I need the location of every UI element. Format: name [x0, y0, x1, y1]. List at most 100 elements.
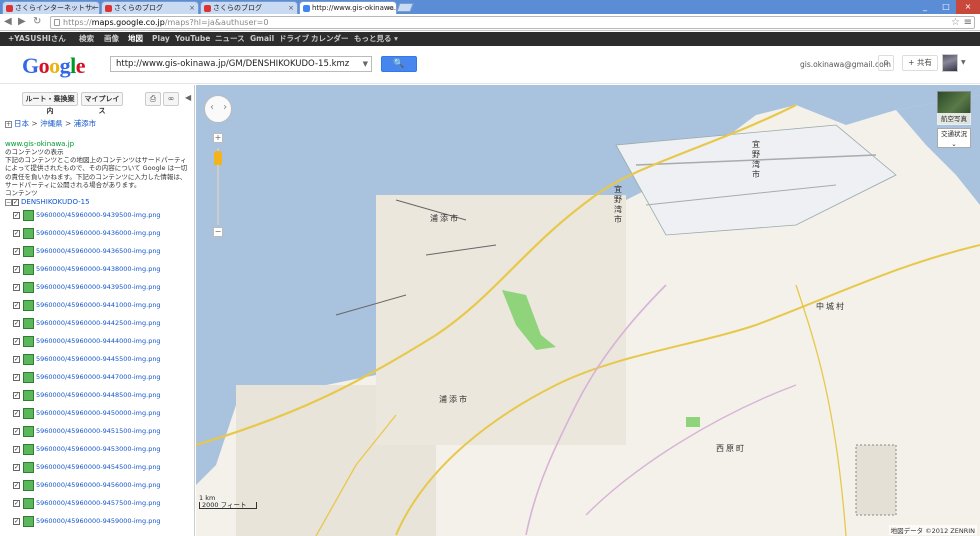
gbar-item-calendar[interactable]: カレンダー	[311, 32, 349, 46]
share-button[interactable]: + 共有	[902, 55, 938, 71]
browser-tab[interactable]: さくらのブログ ×	[101, 1, 199, 14]
layer-item[interactable]: ✓ 5960000/45960000-9457500-img.png	[13, 496, 161, 512]
new-tab-button[interactable]	[396, 3, 414, 12]
link-icon[interactable]: ∞	[163, 92, 179, 106]
checkbox[interactable]: ✓	[13, 409, 20, 417]
layer-item[interactable]: ✓ 5960000/45960000-9438000-img.png	[13, 262, 161, 278]
layer-item[interactable]: ✓ 5960000/45960000-9439500-img.png	[13, 280, 161, 296]
pan-control[interactable]	[204, 95, 232, 123]
gbar-item-search[interactable]: 検索	[79, 32, 94, 46]
left-panel: ルート・乗換案内 マイプレイス ⎙ ∞ ◀ + 日本 > 沖縄県 > 浦添市 ww…	[0, 85, 195, 536]
checkbox[interactable]: ✓	[13, 445, 20, 453]
checkbox[interactable]: ✓	[13, 247, 20, 255]
my-places-button[interactable]: マイプレイス	[81, 92, 123, 115]
checkbox[interactable]: ✓	[13, 301, 20, 309]
breadcrumb-link[interactable]: 日本	[14, 119, 29, 128]
layer-item[interactable]: ✓ 5960000/45960000-9454500-img.png	[13, 460, 161, 476]
maximize-button[interactable]: □	[936, 0, 956, 14]
layer-item[interactable]: ✓ 5960000/45960000-9450000-img.png	[13, 406, 161, 422]
gbar-item-news[interactable]: ニュース	[215, 32, 245, 46]
map-label: 浦添市	[430, 214, 460, 223]
close-tab-icon[interactable]: ×	[90, 2, 96, 14]
reload-icon[interactable]: ↻	[33, 16, 41, 28]
layer-item[interactable]: ✓ 5960000/45960000-9456000-img.png	[13, 478, 161, 494]
layer-item[interactable]: ✓ 5960000/45960000-9448500-img.png	[13, 388, 161, 404]
checkbox[interactable]: ✓	[13, 463, 20, 471]
gbar-item-profile[interactable]: +YASUSHIさん	[8, 32, 66, 46]
street-view-pegman-icon[interactable]	[214, 151, 222, 165]
close-window-button[interactable]: ×	[956, 0, 980, 14]
zoom-in-button[interactable]: +	[213, 133, 223, 143]
gbar-item-play[interactable]: Play	[152, 32, 170, 46]
layer-item[interactable]: ✓ 5960000/45960000-9442500-img.png	[13, 316, 161, 332]
checkbox[interactable]: ✓	[13, 283, 20, 291]
notification-count[interactable]: 0	[878, 55, 894, 71]
checkbox[interactable]: ✓	[13, 211, 20, 219]
breadcrumb-link[interactable]: 沖縄県	[40, 119, 63, 128]
satellite-button[interactable]: 航空写真	[937, 113, 971, 125]
checkbox[interactable]: ✓	[13, 517, 20, 525]
checkbox[interactable]: ✓	[13, 427, 20, 435]
source-site-link[interactable]: www.gis-okinawa.jp	[5, 140, 74, 148]
layer-item[interactable]: ✓ 5960000/45960000-9436500-img.png	[13, 244, 161, 260]
expand-icon[interactable]: +	[5, 120, 12, 128]
gbar-item-images[interactable]: 画像	[104, 32, 119, 46]
browser-tab[interactable]: さくらのブログ ×	[200, 1, 298, 14]
collapse-icon[interactable]: −	[5, 199, 12, 206]
map-label: 中城村	[816, 302, 846, 311]
map-tiles[interactable]	[196, 85, 980, 536]
chevron-down-icon[interactable]: ▼	[961, 59, 966, 66]
layer-item[interactable]: ✓ 5960000/45960000-9453000-img.png	[13, 442, 161, 458]
traffic-button[interactable]: 交通状況 ⌄	[937, 128, 971, 148]
checkbox[interactable]: ✓	[13, 229, 20, 237]
close-tab-icon[interactable]: ×	[189, 2, 195, 14]
checkbox[interactable]: ✓	[13, 391, 20, 399]
zoom-out-button[interactable]: −	[213, 227, 223, 237]
forward-arrow-icon[interactable]: ▶	[18, 16, 26, 28]
directions-button[interactable]: ルート・乗換案内	[22, 92, 78, 115]
search-button[interactable]: 🔍	[381, 56, 417, 72]
bookmark-star-icon[interactable]: ☆	[951, 17, 960, 28]
checkbox[interactable]: ✓	[13, 265, 20, 273]
layer-tree-root[interactable]: − ✓ DENSHIKOKUDO-15	[5, 198, 90, 206]
collapse-panel-icon[interactable]: ◀	[185, 93, 191, 102]
minimize-button[interactable]: _	[914, 0, 936, 14]
gbar-item-maps[interactable]: 地図	[128, 32, 143, 46]
google-logo[interactable]: Google	[22, 53, 86, 79]
gbar-item-more[interactable]: もっと見る ▾	[354, 32, 398, 46]
layer-item[interactable]: ✓ 5960000/45960000-9441000-img.png	[13, 298, 161, 314]
layer-item[interactable]: ✓ 5960000/45960000-9459000-img.png	[13, 514, 161, 530]
checkbox[interactable]: ✓	[13, 481, 20, 489]
gbar-item-gmail[interactable]: Gmail	[250, 32, 274, 46]
checkbox[interactable]: ✓	[13, 355, 20, 363]
layer-item[interactable]: ✓ 5960000/45960000-9439500-img.png	[13, 208, 161, 224]
checkbox[interactable]: ✓	[13, 319, 20, 327]
address-bar[interactable]: https://maps.google.co.jp/maps?hl=ja&aut…	[50, 16, 975, 29]
checkbox[interactable]: ✓	[13, 373, 20, 381]
google-bar: +YASUSHIさん 検索 画像 地図 Play YouTube ニュース Gm…	[0, 32, 980, 46]
image-overlay-icon	[23, 443, 34, 455]
map-canvas[interactable]: 浦添市 宜野湾市 宜野湾市 中城村 浦添市 西原町 + − 航空写真 交通状況⌄…	[196, 85, 980, 536]
wrench-menu-icon[interactable]: ≡	[964, 17, 972, 28]
breadcrumb-link[interactable]: 浦添市	[74, 119, 97, 128]
browser-tab-active[interactable]: http://www.gis-okinawa.jp ×	[299, 1, 397, 14]
urban-area	[376, 195, 626, 445]
layer-item[interactable]: ✓ 5960000/45960000-9451500-img.png	[13, 424, 161, 440]
maps-search-input[interactable]: http://www.gis-okinawa.jp/GM/DENSHIKOKUD…	[110, 56, 372, 72]
close-tab-icon[interactable]: ×	[387, 2, 393, 14]
checkbox[interactable]: ✓	[13, 499, 20, 507]
close-tab-icon[interactable]: ×	[288, 2, 294, 14]
layer-item[interactable]: ✓ 5960000/45960000-9436000-img.png	[13, 226, 161, 242]
layer-item[interactable]: ✓ 5960000/45960000-9445500-img.png	[13, 352, 161, 368]
layer-item[interactable]: ✓ 5960000/45960000-9444000-img.png	[13, 334, 161, 350]
print-icon[interactable]: ⎙	[145, 92, 161, 106]
checkbox[interactable]: ✓	[13, 337, 20, 345]
dropdown-arrow-icon[interactable]: ▼	[363, 57, 368, 71]
gbar-item-youtube[interactable]: YouTube	[175, 32, 210, 46]
gbar-item-drive[interactable]: ドライブ	[279, 32, 309, 46]
layer-item[interactable]: ✓ 5960000/45960000-9447000-img.png	[13, 370, 161, 386]
avatar[interactable]	[942, 54, 958, 72]
browser-tab[interactable]: さくらインターネットサーバコン×	[2, 1, 100, 14]
checkbox[interactable]: ✓	[12, 198, 19, 206]
back-arrow-icon[interactable]: ◀	[4, 16, 12, 28]
